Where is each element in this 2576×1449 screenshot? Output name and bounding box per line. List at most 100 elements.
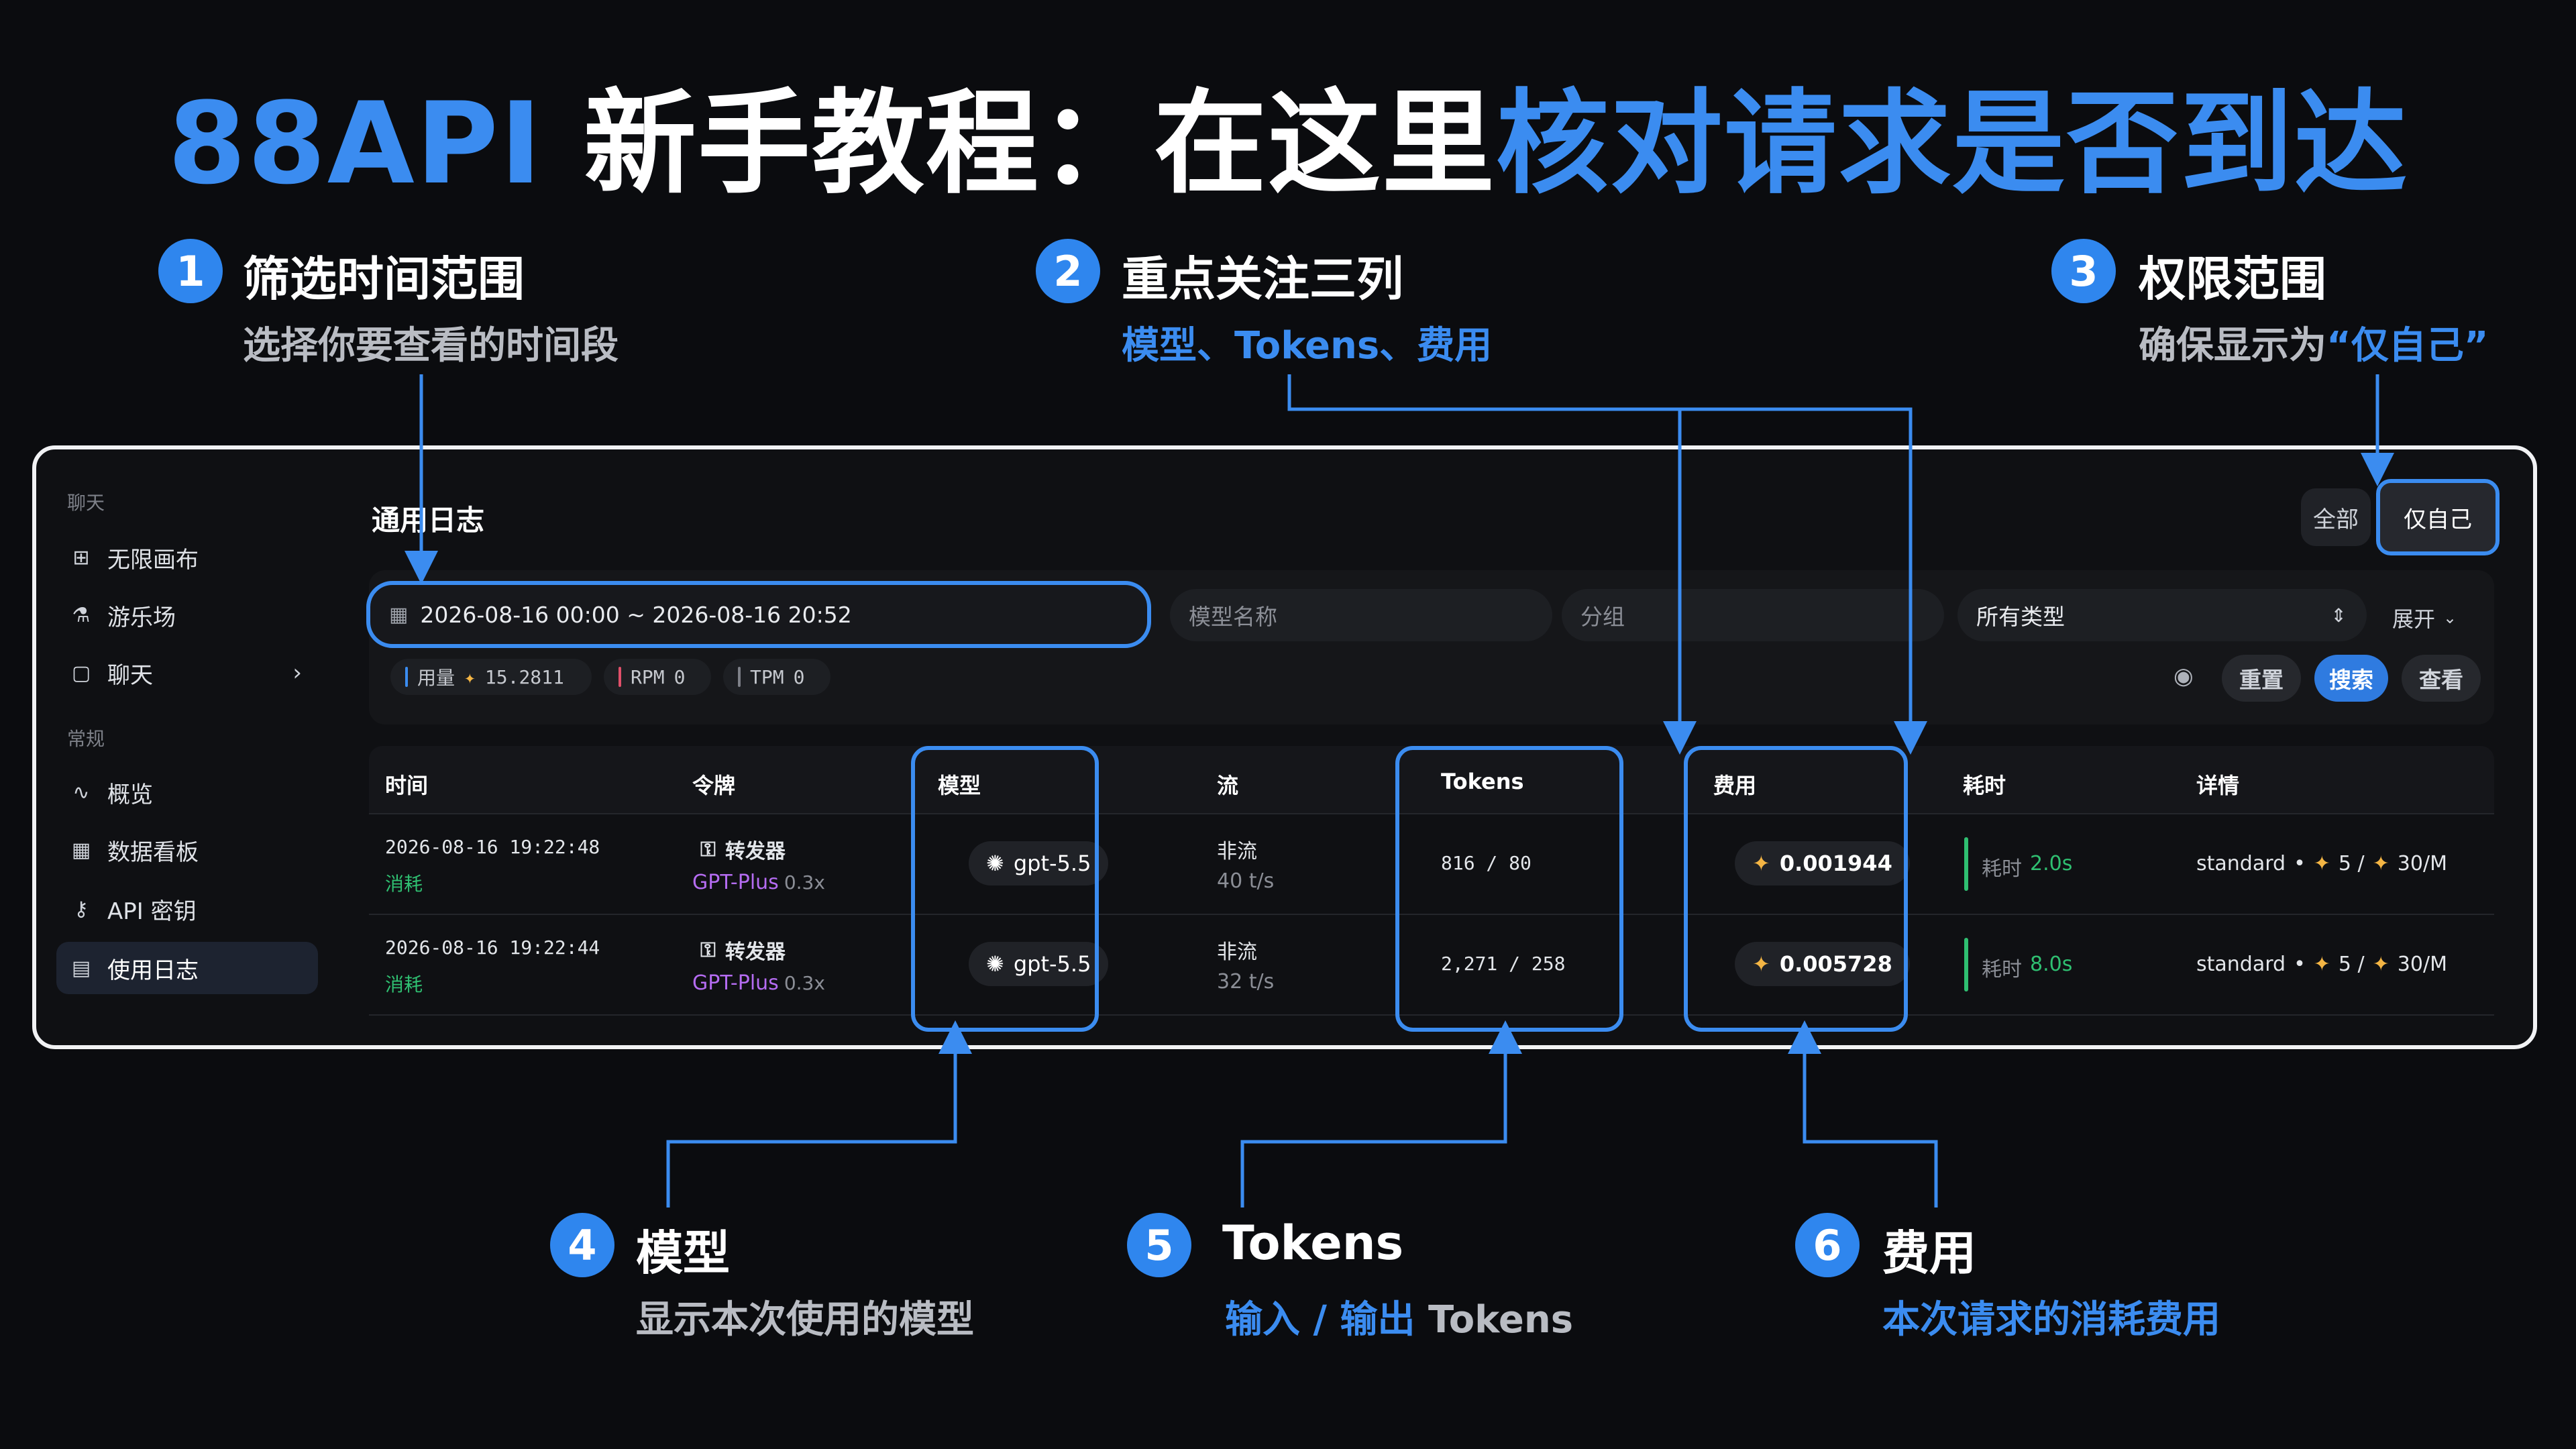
sidebar-item-playground[interactable]: ⚗ 游乐场 bbox=[56, 589, 318, 641]
key-icon: ⚿ bbox=[700, 938, 716, 962]
sidebar-item-label: 聊天 bbox=[107, 661, 153, 689]
grid-icon: ▦ bbox=[71, 838, 91, 862]
duration-bar bbox=[1964, 938, 1968, 991]
calendar-icon: ▦ bbox=[389, 602, 409, 627]
callout-6-title: 费用 bbox=[1882, 1226, 1976, 1281]
row-1-detail: standard • ✦ 5 / ✦ 30/M bbox=[2196, 852, 2447, 875]
callout-3-badge: 3 bbox=[2051, 239, 2116, 303]
row-2-detail-input-price: 5 / bbox=[2338, 953, 2365, 976]
callout-5-subtitle-tokens: Tokens bbox=[1415, 1298, 1574, 1342]
hero-brand: 88API bbox=[168, 78, 543, 209]
callout-2-title: 重点关注三列 bbox=[1122, 252, 1403, 307]
group-input[interactable]: 分组 bbox=[1562, 589, 1944, 641]
view-button[interactable]: 查看 bbox=[2402, 655, 2481, 702]
hero-title-middle: 新手教程：在这里 bbox=[543, 78, 1496, 209]
usage-stat: 用量 ✦ 15.2811 bbox=[390, 659, 592, 695]
tpm-label: TPM bbox=[750, 665, 784, 688]
row-2-speed: 32 t/s bbox=[1217, 970, 1275, 994]
rpm-stat: RPM 0 bbox=[604, 659, 711, 695]
sidebar-item-label: 游乐场 bbox=[107, 604, 176, 631]
type-select-value: 所有类型 bbox=[1976, 604, 2065, 630]
callout-1-title: 筛选时间范围 bbox=[243, 252, 525, 307]
callout-4-subtitle: 显示本次使用的模型 bbox=[636, 1298, 974, 1342]
row-2-group: GPT-Plus 0.3x bbox=[692, 971, 825, 995]
usage-label: 用量 bbox=[417, 667, 455, 689]
row-1-detail-output-price: 30/M bbox=[2397, 852, 2447, 875]
pulse-icon: ∿ bbox=[72, 780, 90, 804]
connector-4 bbox=[666, 1020, 972, 1208]
row-1-group: GPT-Plus 0.3x bbox=[692, 871, 825, 894]
sidebar-item-label: 无限画布 bbox=[107, 546, 199, 574]
rpm-value: 0 bbox=[674, 665, 686, 688]
sidebar-item-dashboard[interactable]: ▦ 数据看板 bbox=[56, 824, 318, 876]
sidebar-item-label: 概览 bbox=[107, 781, 153, 808]
row-2-token[interactable]: ⚿ 转发器 bbox=[700, 935, 786, 965]
cost-column-highlight bbox=[1684, 746, 1908, 1032]
sparkle-icon: ✦ bbox=[2313, 953, 2330, 976]
sparkle-icon: ✦ bbox=[2372, 852, 2390, 875]
callout-5-subtitle: 输入 / 输出 Tokens bbox=[1225, 1289, 1573, 1344]
row-1-ratio: 0.3x bbox=[784, 871, 825, 894]
row-2-token-name: 转发器 bbox=[724, 941, 786, 964]
callout-5-subtitle-io: 输入 / 输出 bbox=[1225, 1298, 1415, 1342]
type-select[interactable]: 所有类型 ⇕ bbox=[1957, 589, 2367, 641]
callout-3-subtitle: 确保显示为“仅自己” bbox=[2139, 315, 2489, 370]
row-2-detail-tier: standard bbox=[2196, 953, 2286, 976]
callout-1-subtitle: 选择你要查看的时间段 bbox=[243, 324, 619, 368]
callout-1-badge: 1 bbox=[158, 239, 223, 303]
col-header-token: 令牌 bbox=[692, 773, 736, 798]
row-2-type: 消耗 bbox=[385, 973, 423, 996]
row-2-duration: 耗时 8.0s bbox=[1982, 953, 2072, 982]
connector-5 bbox=[1240, 1020, 1522, 1208]
row-2-detail: standard • ✦ 5 / ✦ 30/M bbox=[2196, 953, 2447, 976]
flask-icon: ⚗ bbox=[72, 603, 91, 627]
row-2-time: 2026-08-16 19:22:44 bbox=[385, 936, 600, 959]
callout-3-subtitle-prefix: 确保显示为 bbox=[2139, 324, 2326, 368]
sidebar-item-chat[interactable]: ▢ 聊天 › bbox=[56, 647, 318, 699]
callout-6-subtitle: 本次请求的消耗费用 bbox=[1882, 1298, 2220, 1342]
date-range-picker[interactable]: ▦ 2026-08-16 00:00 ~ 2026-08-16 20:52 bbox=[366, 581, 1151, 648]
scope-self-button[interactable]: 仅自己 bbox=[2376, 479, 2500, 555]
sparkle-icon: ✦ bbox=[2372, 953, 2390, 976]
connector-6 bbox=[1788, 1020, 1938, 1208]
sidebar-item-canvas[interactable]: ⊞ 无限画布 bbox=[56, 531, 318, 584]
scope-all-button[interactable]: 全部 bbox=[2301, 488, 2371, 546]
row-1-detail-tier: standard bbox=[2196, 852, 2286, 875]
row-1-type: 消耗 bbox=[385, 873, 423, 895]
row-1-duration-value: 2.0s bbox=[2030, 852, 2073, 875]
row-1-token[interactable]: ⚿ 转发器 bbox=[700, 835, 786, 864]
stat-accent-bar bbox=[405, 667, 408, 687]
row-1-time: 2026-08-16 19:22:48 bbox=[385, 836, 600, 858]
dot-separator: • bbox=[2294, 953, 2306, 976]
chevron-right-icon: › bbox=[292, 659, 302, 686]
col-header-time: 时间 bbox=[385, 773, 429, 798]
callout-3-subtitle-highlight: “仅自己” bbox=[2326, 324, 2489, 368]
row-2-ratio: 0.3x bbox=[784, 972, 825, 994]
hero-title-highlight: 核对请求是否到达 bbox=[1495, 78, 2408, 209]
sidebar-item-label: 数据看板 bbox=[107, 839, 199, 866]
rpm-label: RPM bbox=[631, 665, 665, 688]
canvas-icon: ⊞ bbox=[72, 545, 90, 570]
stat-accent-bar bbox=[619, 667, 621, 687]
key-icon: ⚷ bbox=[74, 897, 89, 921]
search-button[interactable]: 搜索 bbox=[2314, 655, 2388, 702]
sidebar-item-label: 使用日志 bbox=[107, 957, 199, 984]
page-title: 通用日志 bbox=[372, 504, 485, 537]
col-header-stream: 流 bbox=[1217, 773, 1239, 798]
row-1-token-name: 转发器 bbox=[724, 840, 786, 863]
col-header-duration: 耗时 bbox=[1963, 773, 2006, 798]
sidebar-item-api-keys[interactable]: ⚷ API 密钥 bbox=[56, 883, 318, 935]
sidebar-item-overview[interactable]: ∿ 概览 bbox=[56, 766, 318, 818]
expand-toggle[interactable]: 展开 ⌄ bbox=[2392, 602, 2457, 633]
model-name-input[interactable]: 模型名称 bbox=[1170, 589, 1552, 641]
callout-3-title: 权限范围 bbox=[2139, 252, 2326, 307]
row-1-detail-input-price: 5 / bbox=[2338, 852, 2365, 875]
eye-icon[interactable]: ◉ bbox=[2174, 663, 2194, 690]
sparkle-icon: ✦ bbox=[2313, 852, 2330, 875]
reset-button[interactable]: 重置 bbox=[2222, 655, 2301, 702]
stat-accent-bar bbox=[738, 667, 741, 687]
tokens-column-highlight bbox=[1395, 746, 1623, 1032]
sidebar-item-usage-logs[interactable]: ▤ 使用日志 bbox=[56, 942, 318, 994]
callout-2-badge: 2 bbox=[1036, 239, 1100, 303]
select-updown-icon: ⇕ bbox=[2330, 604, 2347, 627]
